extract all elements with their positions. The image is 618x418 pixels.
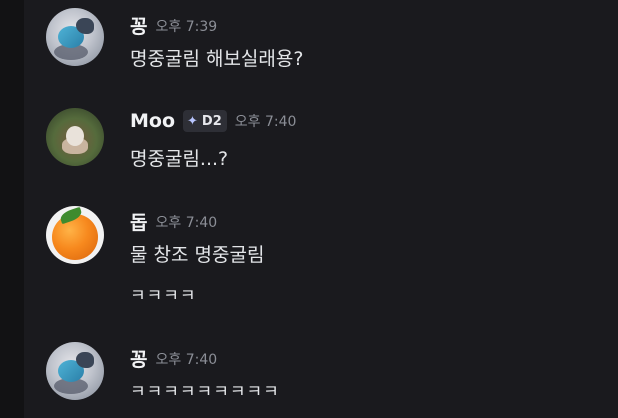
username[interactable]: Moo: [130, 110, 175, 132]
user-avatar[interactable]: [46, 108, 104, 166]
server-tag-badge[interactable]: ✦ D2: [183, 110, 227, 132]
message-text: 명중굴림...?: [130, 148, 229, 170]
message-timestamp: 오후 7:40: [155, 214, 218, 231]
message-text: ㅋㅋㅋㅋ: [130, 286, 197, 306]
username[interactable]: 돕: [130, 208, 147, 235]
left-edge-strip: [0, 0, 24, 418]
chat-message-list: 꽁 오후 7:39 명중굴림 해보실래용? Moo ✦ D2 오후 7:40 명…: [24, 0, 618, 418]
message-text: ㅋㅋㅋㅋㅋㅋㅋㅋㅋ: [130, 382, 280, 402]
message-text: 명중굴림 해보실래용?: [130, 48, 304, 70]
message-timestamp: 오후 7:40: [155, 351, 218, 368]
diamond-sparkle-icon: ✦: [187, 113, 198, 129]
message-timestamp: 오후 7:39: [155, 18, 218, 35]
message-text: 물 창조 명중굴림: [130, 244, 265, 266]
badge-label: D2: [201, 113, 222, 129]
user-avatar[interactable]: [46, 8, 104, 66]
user-avatar[interactable]: [46, 342, 104, 400]
username[interactable]: 꽁: [130, 12, 147, 39]
username[interactable]: 꽁: [130, 345, 147, 372]
user-avatar[interactable]: [46, 206, 104, 264]
message-timestamp: 오후 7:40: [234, 114, 297, 130]
